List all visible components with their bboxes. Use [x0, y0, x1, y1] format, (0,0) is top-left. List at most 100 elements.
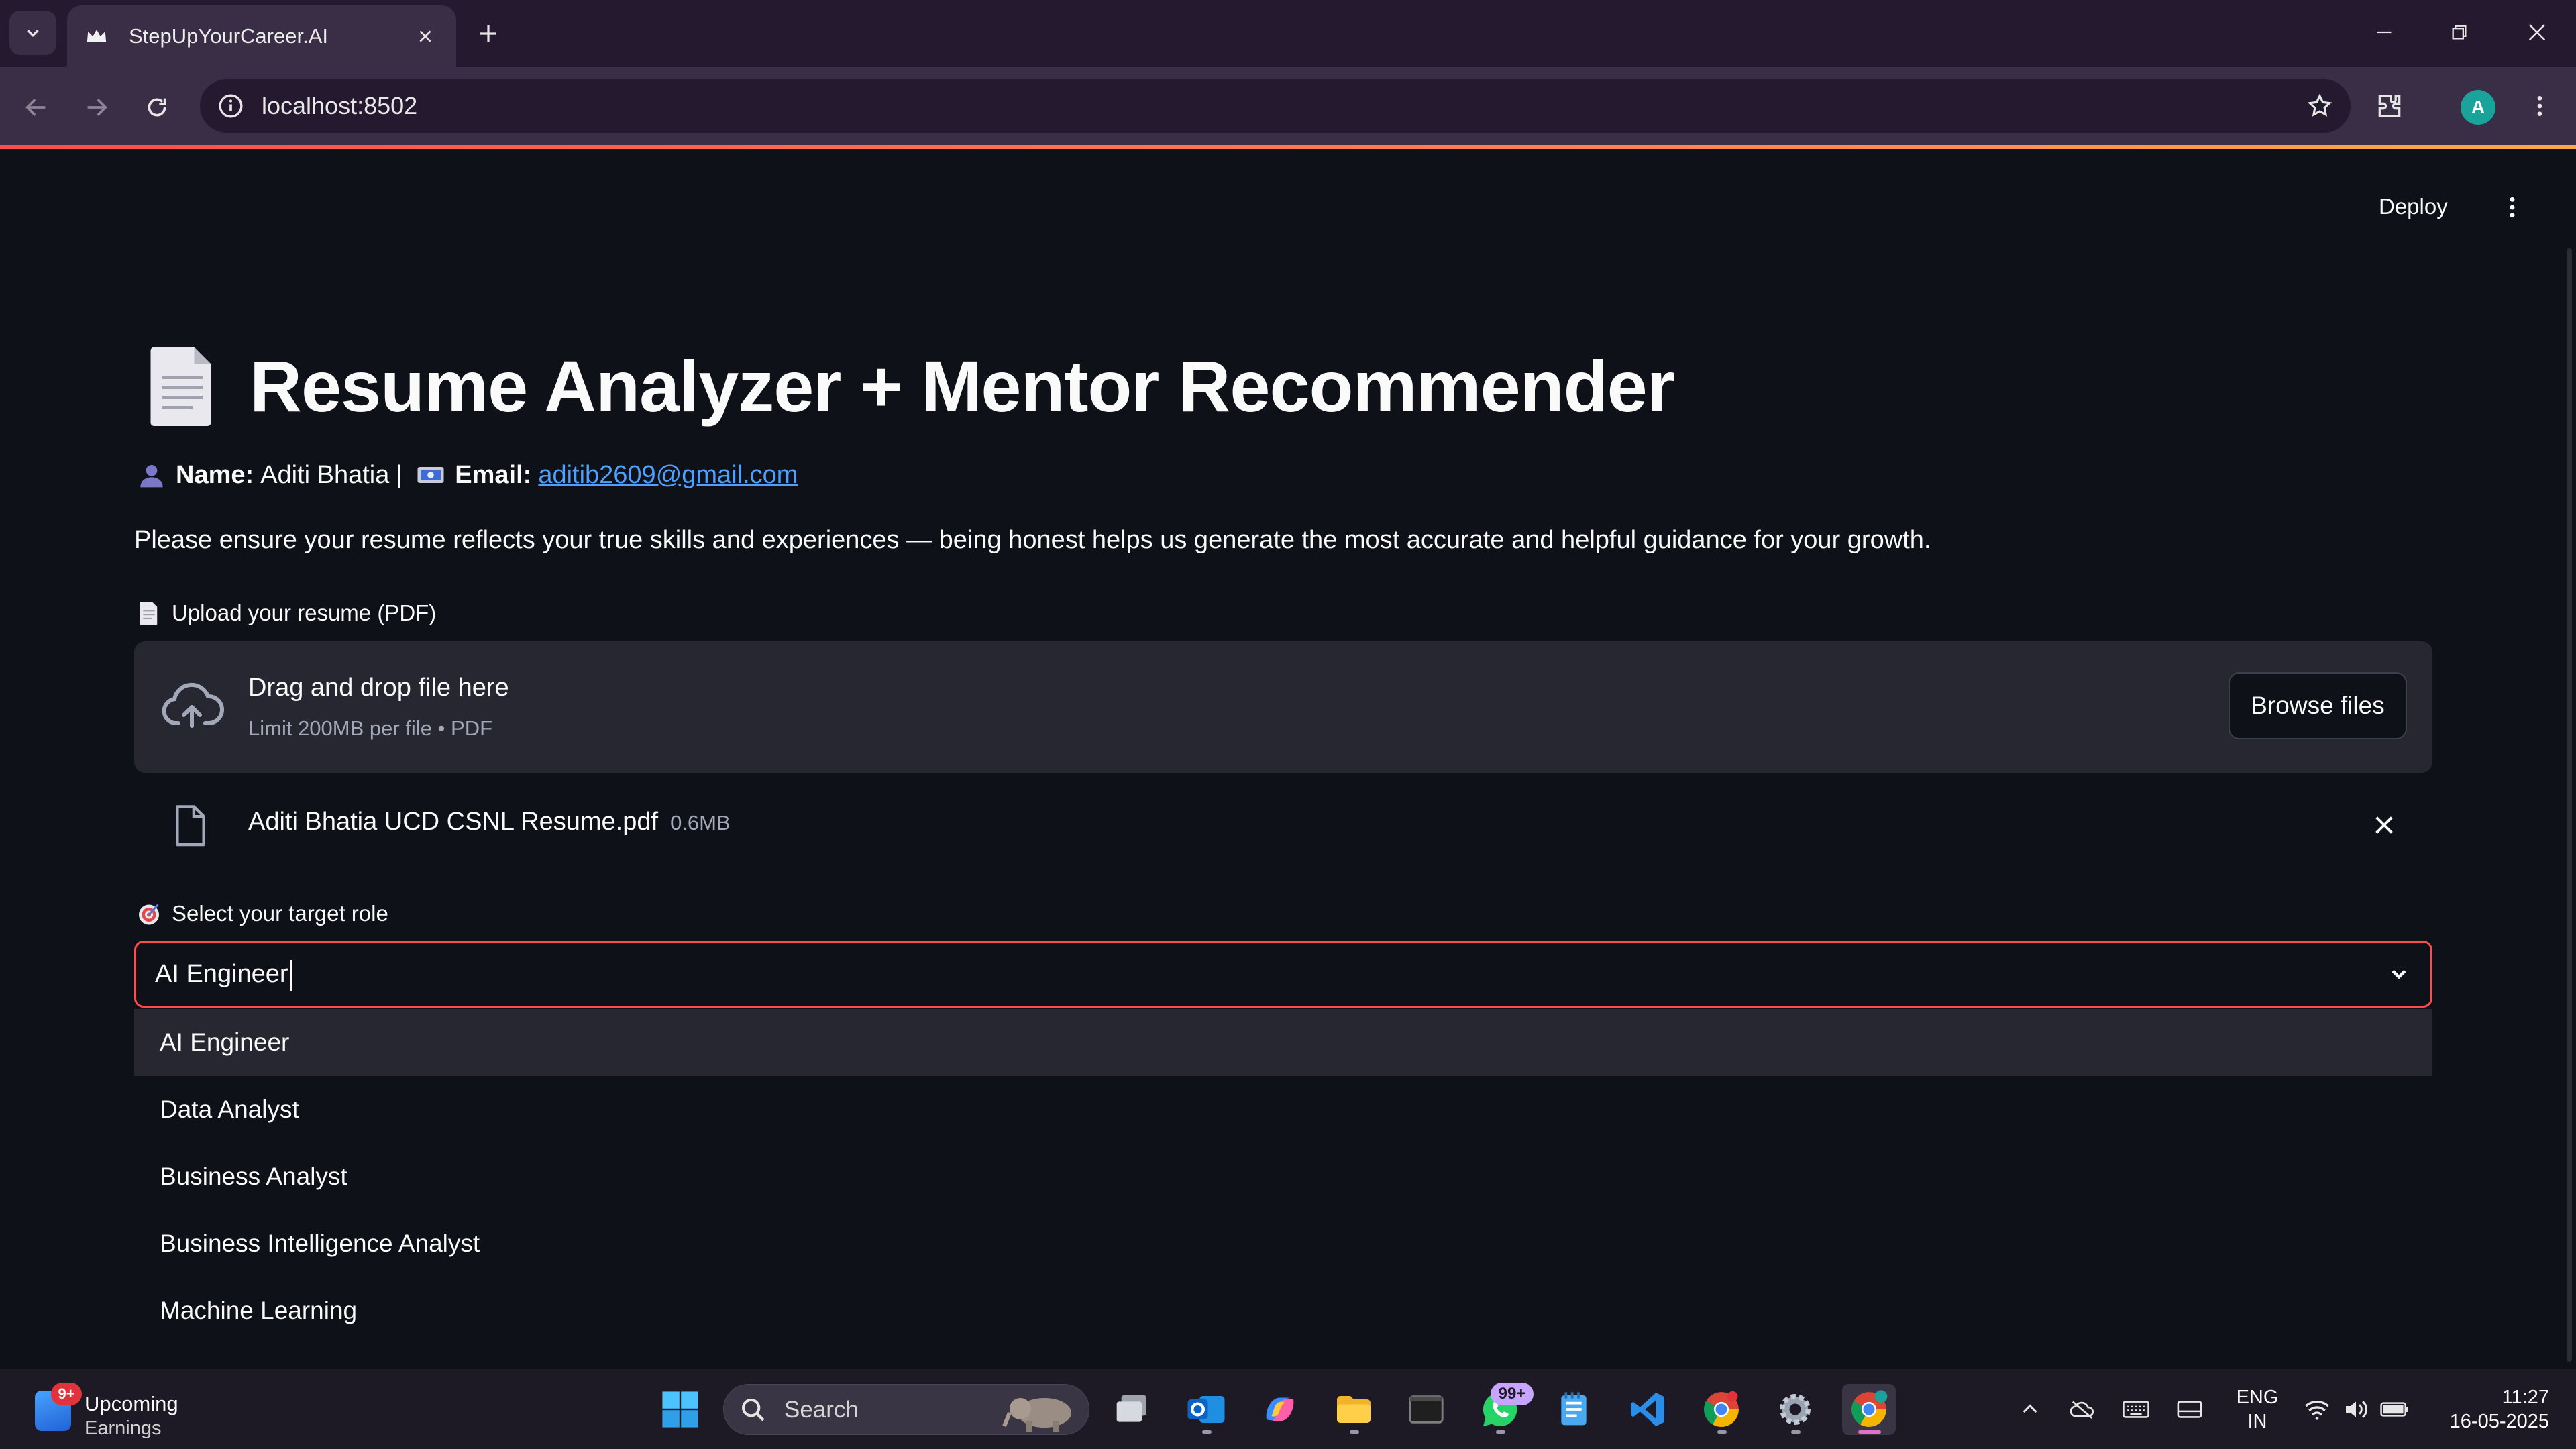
news-title: Upcoming — [85, 1392, 178, 1415]
language-indicator[interactable]: ENG IN — [2227, 1385, 2288, 1434]
forward-icon — [87, 99, 107, 116]
role-dropdown-list: AI Engineer Data Analyst Business Analys… — [134, 1009, 2432, 1358]
role-option[interactable]: Business Intelligence Analyst — [134, 1210, 2432, 1277]
restore-icon — [2452, 25, 2467, 40]
outlook-app[interactable] — [1179, 1384, 1233, 1435]
tray-overflow-icon[interactable] — [2015, 1395, 2045, 1424]
extensions-icon[interactable] — [2371, 87, 2408, 125]
uploaded-file-row: Aditi Bhatia UCD CSNL Resume.pdf 0.6MB — [134, 790, 2432, 860]
kebab-menu-icon — [2537, 96, 2542, 116]
search-highlight-image — [1002, 1398, 1071, 1432]
terminal-app[interactable] — [1399, 1384, 1453, 1435]
url-text[interactable]: localhost:8502 — [262, 79, 417, 133]
address-bar[interactable]: localhost:8502 — [200, 79, 2351, 133]
uploaded-file-name: Aditi Bhatia UCD CSNL Resume.pdf 0.6MB — [248, 808, 731, 837]
browser-menu-button[interactable] — [2521, 87, 2559, 125]
restore-button[interactable] — [2439, 13, 2479, 51]
chrome-profile-app[interactable] — [1842, 1384, 1896, 1435]
copilot-app[interactable] — [1253, 1384, 1307, 1435]
minimize-button[interactable] — [2364, 13, 2404, 51]
whatsapp-badge: 99+ — [1491, 1383, 1534, 1405]
reload-icon — [148, 98, 166, 117]
profile-avatar[interactable]: A — [2461, 90, 2496, 125]
tab-title: StepUpYourCareer.AI — [129, 24, 328, 48]
language-code: ENG — [2236, 1387, 2279, 1408]
user-info-line: Name: Aditi Bhatia | Email: aditib2609@g… — [137, 456, 798, 494]
email-label: Email: — [455, 460, 532, 489]
close-icon — [2528, 23, 2546, 41]
clock-time: 11:27 — [2502, 1387, 2549, 1408]
battery-icon[interactable] — [2380, 1395, 2410, 1424]
email-link[interactable]: aditib2609@gmail.com — [538, 461, 798, 490]
browse-files-button[interactable]: Browse files — [2229, 672, 2407, 739]
back-button[interactable] — [16, 87, 56, 127]
running-indicator — [1717, 1430, 1727, 1434]
page-title: Resume Analyzer + Mentor Recommender — [250, 345, 1675, 427]
role-option[interactable]: Business Analyst — [134, 1143, 2432, 1210]
file-dropzone[interactable]: Drag and drop file here Limit 200MB per … — [134, 641, 2432, 773]
role-select-input[interactable]: AI Engineer — [155, 943, 292, 1006]
chevron-down-icon — [27, 30, 39, 38]
chrome-icon — [1851, 1390, 1888, 1427]
user-icon — [137, 460, 166, 490]
browser-tab-bar: StepUpYourCareer.AI — [0, 0, 2576, 67]
wifi-icon[interactable] — [2302, 1395, 2332, 1424]
search-placeholder: Search — [784, 1397, 859, 1423]
role-option[interactable]: Machine Learning — [134, 1277, 2432, 1344]
tab-close-icon[interactable] — [411, 21, 440, 51]
display-icon[interactable] — [2175, 1395, 2204, 1424]
vscode-app[interactable] — [1621, 1384, 1674, 1435]
app-accent-line — [0, 145, 2576, 149]
volume-icon[interactable] — [2341, 1395, 2371, 1424]
browser-toolbar: localhost:8502 — [0, 67, 2576, 145]
document-icon — [137, 600, 161, 627]
windows-start-icon — [662, 1391, 698, 1428]
copilot-icon — [1266, 1397, 1294, 1421]
chrome-icon — [1704, 1391, 1739, 1427]
keyboard-icon[interactable] — [2121, 1395, 2151, 1424]
file-icon — [176, 805, 205, 847]
windows-taskbar: 9+ Upcoming Earnings Search 99+ ENG IN 1… — [0, 1368, 2576, 1449]
notepad-icon — [1561, 1392, 1587, 1426]
role-select-value: AI Engineer — [155, 960, 288, 988]
file-explorer-app[interactable] — [1327, 1384, 1381, 1435]
chevron-down-icon[interactable] — [2382, 957, 2416, 991]
start-button[interactable] — [653, 1384, 707, 1435]
reload-button[interactable] — [137, 87, 177, 127]
role-select[interactable]: AI Engineer — [134, 941, 2432, 1008]
star-icon[interactable] — [2304, 90, 2336, 122]
honesty-notice: Please ensure your resume reflects your … — [134, 526, 1931, 554]
deploy-button[interactable]: Deploy — [2379, 188, 2448, 225]
new-tab-button[interactable] — [470, 15, 507, 52]
onedrive-icon[interactable] — [2068, 1395, 2097, 1424]
folder-icon — [1337, 1396, 1371, 1423]
chrome-app[interactable] — [1695, 1384, 1748, 1435]
dropzone-limit: Limit 200MB per file • PDF — [248, 716, 493, 740]
role-option[interactable]: AI Engineer — [134, 1009, 2432, 1076]
browser-tab[interactable]: StepUpYourCareer.AI — [67, 5, 456, 67]
close-window-button[interactable] — [2517, 13, 2557, 51]
app-main-menu-button[interactable] — [2496, 189, 2529, 225]
role-select-label: Select your target role — [137, 898, 388, 930]
news-widget[interactable]: 9+ Upcoming Earnings — [32, 1383, 314, 1439]
close-icon — [2375, 816, 2393, 834]
id-card-icon — [416, 460, 445, 490]
page-scrollbar[interactable] — [2567, 248, 2572, 1362]
task-view-icon — [1116, 1395, 1146, 1422]
running-indicator — [1791, 1430, 1801, 1434]
remove-file-button[interactable] — [2365, 806, 2403, 844]
notepad-app[interactable] — [1547, 1384, 1601, 1435]
user-name: Aditi Bhatia — [260, 460, 390, 489]
role-option[interactable]: Data Analyst — [134, 1076, 2432, 1143]
forward-button[interactable] — [76, 87, 117, 127]
crown-favicon-icon — [85, 24, 109, 48]
cloud-upload-icon — [162, 682, 224, 728]
taskbar-search[interactable]: Search — [723, 1384, 1089, 1435]
info-icon[interactable] — [216, 91, 246, 121]
task-view-app[interactable] — [1106, 1384, 1159, 1435]
settings-app[interactable] — [1768, 1384, 1822, 1435]
clock[interactable]: 11:27 16-05-2025 — [2428, 1385, 2549, 1434]
role-select-label-text: Select your target role — [172, 901, 388, 926]
file-name-text: Aditi Bhatia UCD CSNL Resume.pdf — [248, 808, 659, 836]
tab-search-button[interactable] — [9, 11, 56, 55]
